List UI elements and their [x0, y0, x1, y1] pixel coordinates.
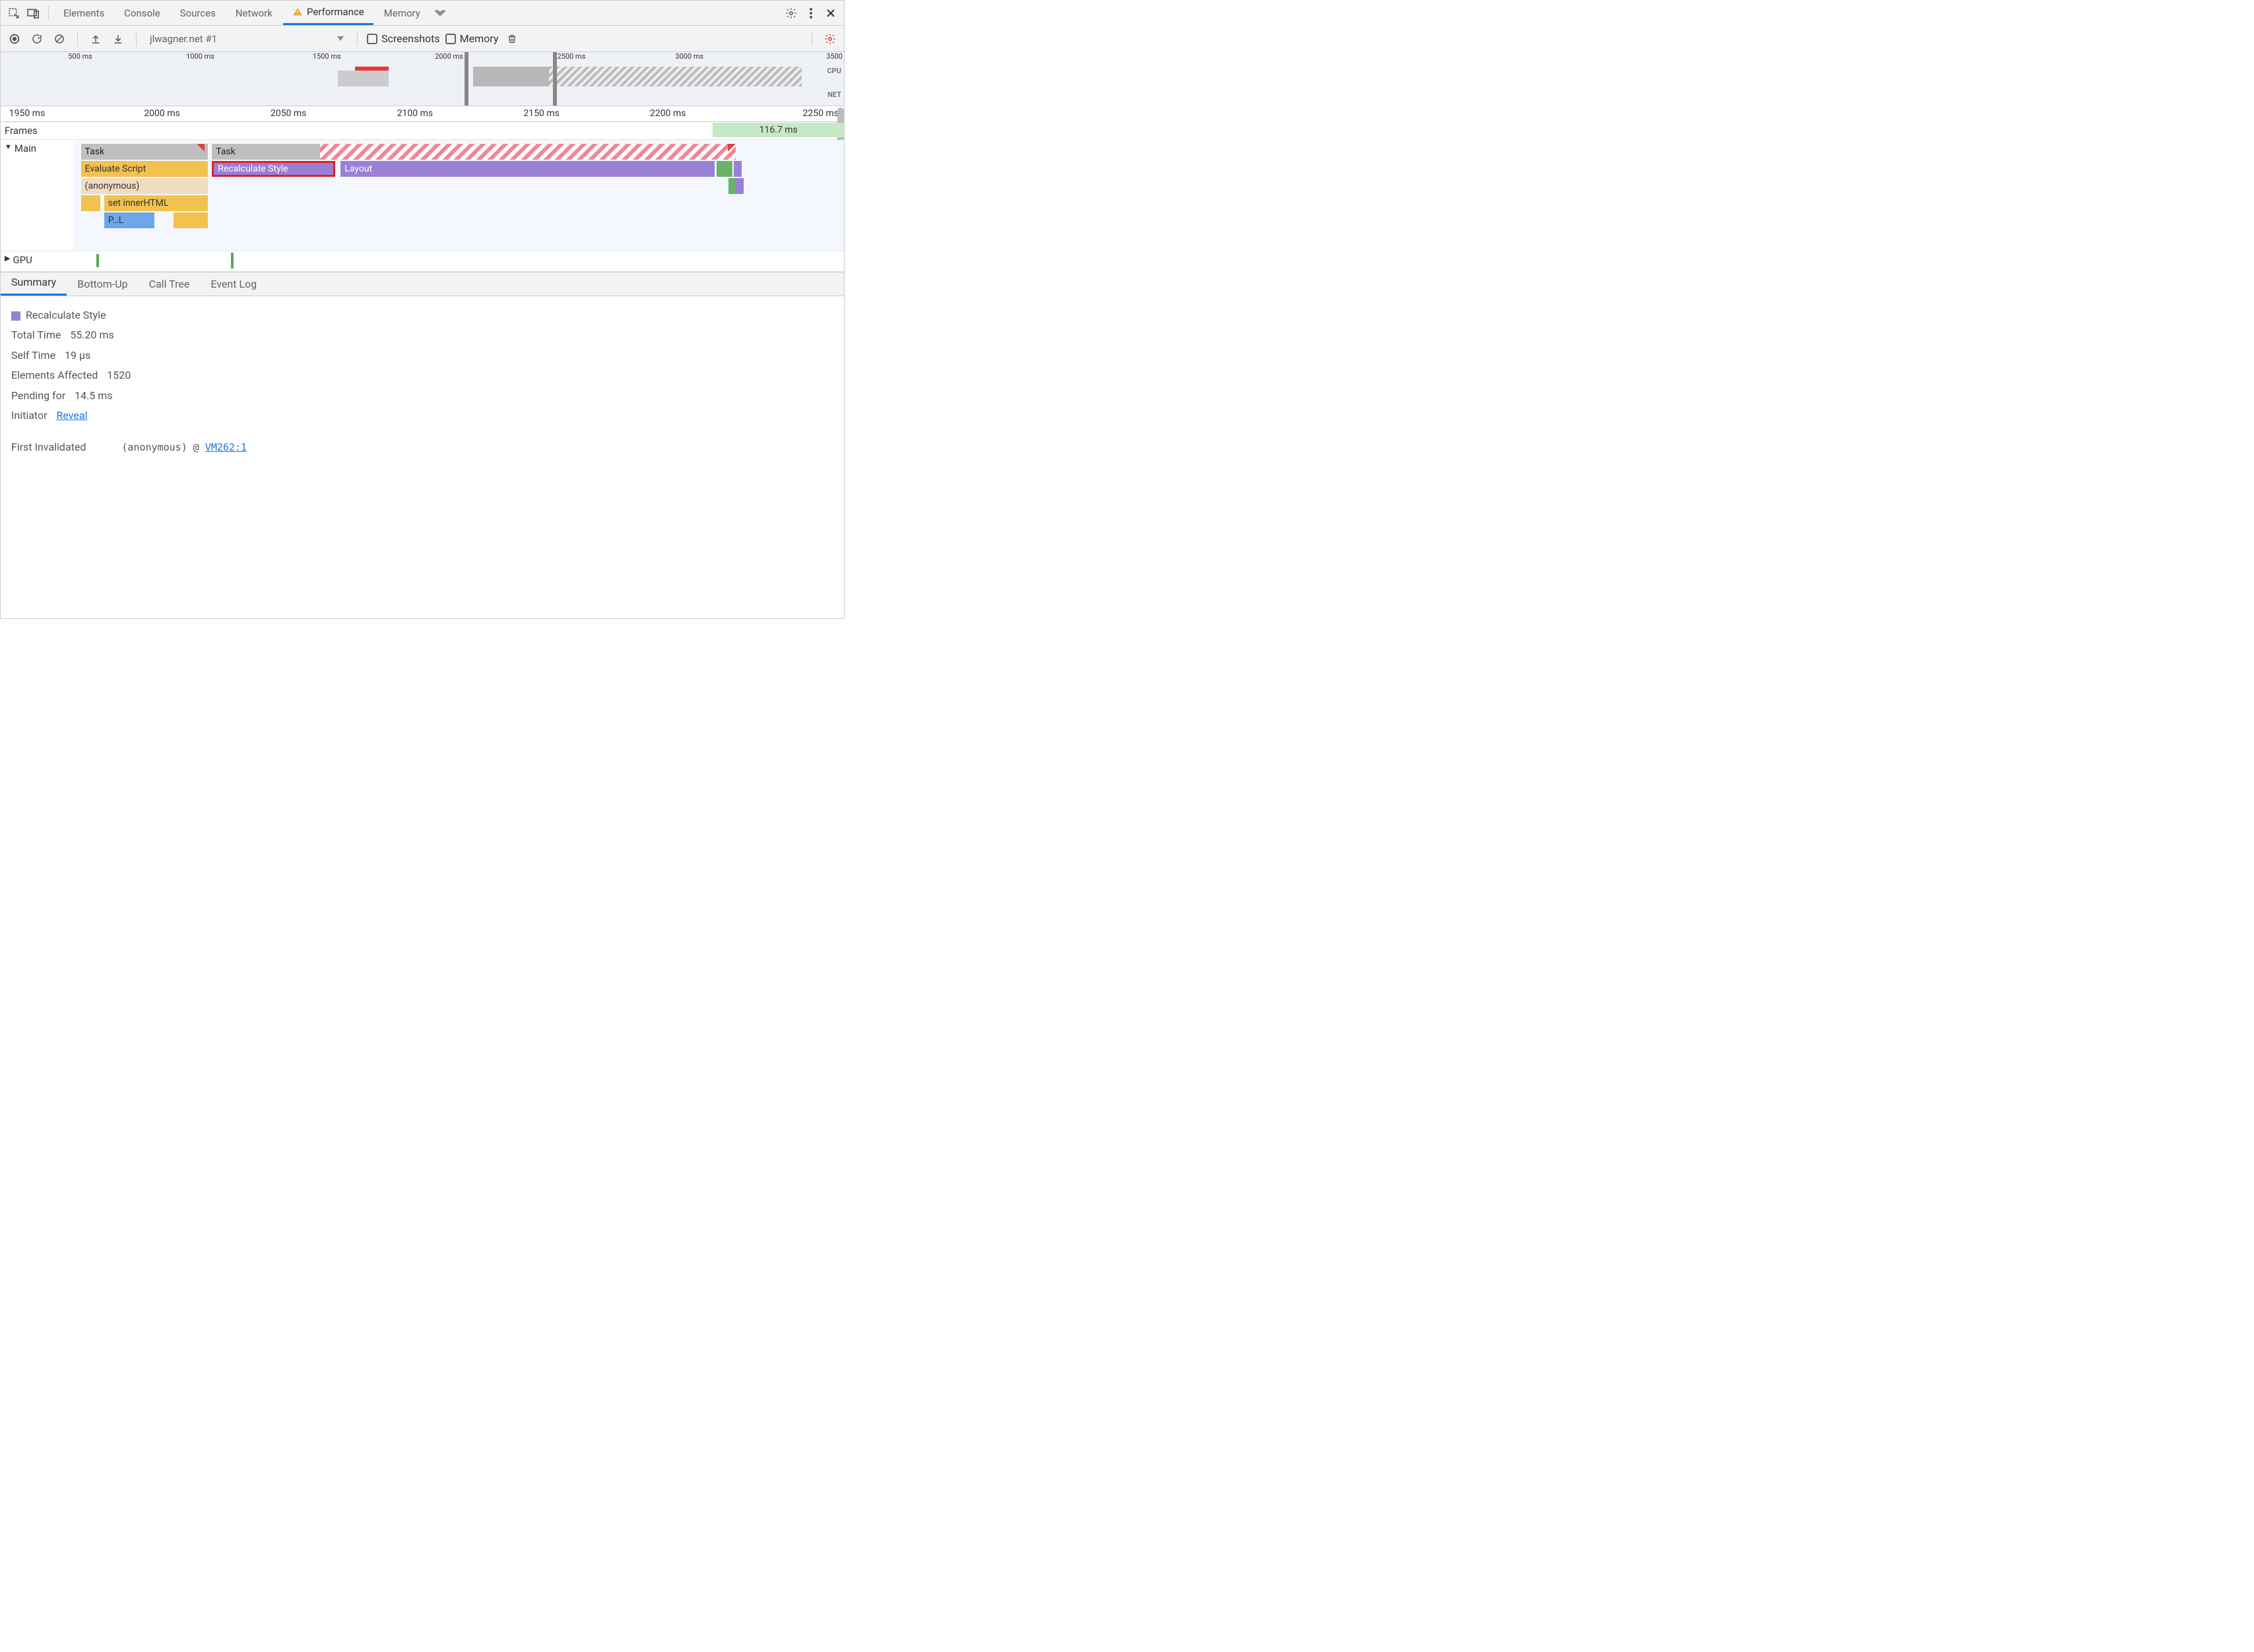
initiator-label: Initiator: [11, 406, 48, 426]
recording-selector[interactable]: jlwagner.net #1: [146, 33, 348, 45]
divider: [357, 32, 358, 46]
gpu-activity[interactable]: [231, 253, 234, 269]
first-invalidated-label: First Invalidated: [11, 437, 86, 457]
track-header-gpu[interactable]: ▶GPU: [1, 251, 73, 271]
category-swatch: [11, 311, 20, 321]
capture-settings-gear-icon[interactable]: [821, 30, 839, 48]
frame-block[interactable]: 116.7 ms: [713, 123, 844, 137]
cpu-lane-label: CPU: [827, 67, 841, 75]
download-profile-button[interactable]: [110, 30, 127, 48]
clear-button[interactable]: [51, 30, 68, 48]
performance-toolbar: jlwagner.net #1 Screenshots Memory: [1, 26, 844, 52]
main-flame-body[interactable]: Task Task Evaluate Script (anonymous) se…: [73, 140, 844, 251]
bar-set-innerhtml[interactable]: set innerHTML: [104, 195, 209, 211]
self-time-value: 19 µs: [65, 346, 90, 365]
garbage-collect-button[interactable]: [503, 30, 521, 48]
more-tabs-icon[interactable]: [431, 4, 449, 22]
pending-for-value: 14.5 ms: [75, 386, 112, 406]
overview-tick: 3500: [826, 52, 843, 61]
dropdown-caret-icon: [337, 36, 344, 42]
summary-title-row: Recalculate Style: [11, 305, 833, 325]
reveal-link[interactable]: Reveal: [57, 406, 88, 426]
long-task-marker-icon: [197, 144, 205, 152]
flame-chart: Frames 116.7 ms ▼Main Task Task Evaluate…: [1, 122, 844, 272]
warning-icon: [292, 7, 303, 17]
self-time-label: Self Time: [11, 346, 55, 365]
divider: [77, 32, 78, 46]
long-task-marker-icon: [728, 144, 736, 152]
bar-sliver[interactable]: [728, 178, 736, 194]
overview-ruler: 500 ms 1000 ms 1500 ms 2000 ms 2500 ms 3…: [1, 52, 844, 64]
overview-activity: [473, 67, 549, 86]
screenshots-checkbox[interactable]: Screenshots: [367, 32, 440, 45]
overview-tick: 2000 ms: [435, 52, 463, 61]
zoom-ruler: 1950 ms 2000 ms 2050 ms 2100 ms 2150 ms …: [1, 106, 844, 122]
tab-console[interactable]: Console: [115, 1, 170, 25]
elements-affected-value: 1520: [107, 365, 131, 385]
bar-recalculate-style-selected[interactable]: Recalculate Style: [212, 161, 335, 177]
record-button[interactable]: [6, 30, 23, 48]
tab-sources[interactable]: Sources: [171, 1, 225, 25]
divider: [136, 32, 137, 46]
stack-fn: (anonymous): [121, 441, 187, 453]
devtools-window: Elements Console Sources Network Perform…: [0, 0, 845, 619]
tab-network[interactable]: Network: [226, 1, 282, 25]
overview-tick: 1500 ms: [313, 52, 341, 61]
kebab-menu-icon[interactable]: [802, 4, 820, 22]
bar-task[interactable]: Task: [81, 144, 209, 160]
track-main: ▼Main Task Task Evaluate Script (anonymo…: [1, 140, 844, 251]
divider: [48, 6, 49, 20]
summary-title: Recalculate Style: [26, 309, 106, 321]
bar-small[interactable]: [81, 195, 100, 211]
selection-handle-right[interactable]: [553, 52, 557, 106]
bar-evaluate-script[interactable]: Evaluate Script: [81, 161, 209, 177]
summary-pane: Recalculate Style Total Time 55.20 ms Sel…: [1, 296, 844, 467]
detail-tabs: Summary Bottom-Up Call Tree Event Log: [1, 272, 844, 296]
detail-tab-event-log[interactable]: Event Log: [200, 278, 267, 296]
gpu-activity[interactable]: [96, 254, 99, 267]
tab-performance[interactable]: Performance: [283, 1, 373, 25]
bar-sliver[interactable]: [736, 178, 744, 194]
total-time-label: Total Time: [11, 325, 61, 345]
bar-parse-html[interactable]: P…L: [104, 212, 154, 228]
detail-tab-summary[interactable]: Summary: [1, 276, 67, 296]
close-icon[interactable]: [821, 4, 840, 22]
device-toolbar-icon[interactable]: [24, 4, 43, 22]
overview-activity: [338, 71, 389, 86]
overview-timeline[interactable]: 500 ms 1000 ms 1500 ms 2000 ms 2500 ms 3…: [1, 52, 844, 106]
bar-layout[interactable]: Layout: [340, 161, 714, 177]
track-frames: Frames 116.7 ms: [1, 122, 844, 140]
reload-and-record-button[interactable]: [28, 30, 46, 48]
track-gpu: ▶GPU: [1, 251, 844, 272]
stack-location-link[interactable]: VM262:1: [205, 441, 247, 453]
overview-tick: 3000 ms: [675, 52, 703, 61]
overview-tick: 2500 ms: [557, 52, 585, 61]
bar-anonymous[interactable]: (anonymous): [81, 178, 209, 194]
tab-elements[interactable]: Elements: [54, 1, 113, 25]
pending-for-label: Pending for: [11, 386, 65, 406]
memory-checkbox[interactable]: Memory: [445, 32, 499, 45]
bar-small-2[interactable]: [174, 212, 209, 228]
track-header-frames[interactable]: Frames: [1, 122, 73, 139]
net-lane-label: NET: [827, 90, 841, 99]
detail-tab-call-tree[interactable]: Call Tree: [139, 278, 201, 296]
inspect-element-icon[interactable]: [5, 4, 23, 22]
elements-affected-label: Elements Affected: [11, 365, 98, 385]
overview-tick: 500 ms: [68, 52, 92, 61]
recording-name: jlwagner.net #1: [150, 33, 217, 45]
tab-memory[interactable]: Memory: [375, 1, 430, 25]
bar-task-label: Task: [212, 144, 320, 160]
total-time-value: 55.20 ms: [70, 325, 113, 345]
overview-tick: 1000 ms: [186, 52, 214, 61]
upload-profile-button[interactable]: [87, 30, 104, 48]
bar-sliver[interactable]: [734, 161, 742, 177]
detail-tab-bottom-up[interactable]: Bottom-Up: [67, 278, 138, 296]
settings-gear-icon[interactable]: [782, 4, 800, 22]
selection-handle-left[interactable]: [465, 52, 468, 106]
panel-tabstrip: Elements Console Sources Network Perform…: [1, 1, 844, 26]
overview-hatch: [549, 67, 802, 86]
track-header-main[interactable]: ▼Main: [1, 140, 73, 251]
bar-paint[interactable]: [717, 161, 732, 177]
